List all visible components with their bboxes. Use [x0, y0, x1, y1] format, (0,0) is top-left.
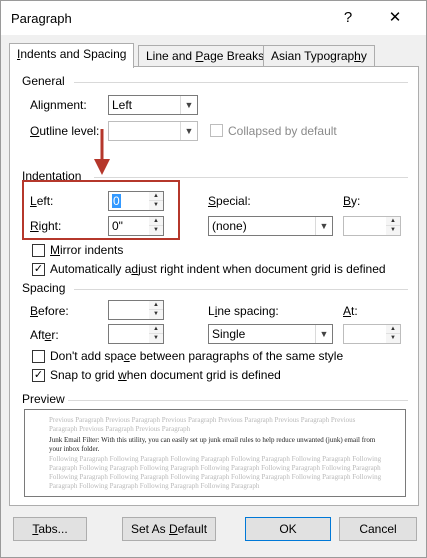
mirror-indents-label: Mirror indents [50, 243, 124, 257]
tab-indents-and-spacing[interactable]: Indents and Spacing [9, 43, 135, 68]
tab-line-and-page-breaks[interactable]: Line and Page Breaks [138, 45, 273, 67]
outline-level-label: Outline level: [30, 124, 100, 138]
by-spinner[interactable]: ▲ ▼ [343, 216, 401, 236]
spin-down-icon[interactable]: ▼ [149, 226, 163, 235]
at-label: At: [343, 304, 358, 318]
no-space-same-style-label: Don't add space between paragraphs of th… [50, 349, 344, 363]
auto-adjust-indent-checkbox[interactable]: ✓ [32, 263, 45, 276]
spin-down-icon[interactable]: ▼ [149, 334, 163, 343]
paragraph-dialog: Paragraph ? ✕ Indents and Spacing Line a… [0, 0, 427, 558]
by-label: By: [343, 194, 361, 208]
left-indent-label: Left: [30, 194, 54, 208]
general-divider [74, 82, 408, 83]
snap-to-grid-checkbox[interactable]: ✓ [32, 369, 45, 382]
spin-up-icon[interactable]: ▲ [386, 325, 400, 334]
help-button[interactable]: ? [338, 7, 358, 29]
preview-section-title: Preview [22, 392, 65, 406]
tab-asian-typography[interactable]: Asian Typography [263, 45, 375, 67]
preview-box: Previous Paragraph Previous Paragraph Pr… [24, 409, 406, 497]
cancel-button[interactable]: Cancel [339, 517, 417, 541]
indents-spacing-panel: General Alignment: Left ▼ Outline level:… [9, 66, 419, 506]
auto-adjust-indent-label: Automatically adjust right indent when d… [50, 262, 386, 276]
chevron-down-icon: ▼ [180, 122, 197, 140]
preview-divider [68, 400, 408, 401]
special-dropdown[interactable]: (none) ▼ [208, 216, 333, 236]
right-indent-spinner[interactable]: 0" ▲ ▼ [108, 216, 164, 236]
checkmark-icon: ✓ [33, 369, 44, 381]
right-indent-value[interactable]: 0" [112, 219, 123, 233]
before-spinner[interactable]: ▲ ▼ [108, 300, 164, 320]
spin-up-icon[interactable]: ▲ [149, 301, 163, 310]
collapsed-by-default-label: Collapsed by default [228, 124, 337, 138]
after-spinner[interactable]: ▲ ▼ [108, 324, 164, 344]
mirror-indents-checkbox[interactable] [32, 244, 45, 257]
spin-up-icon[interactable]: ▲ [386, 217, 400, 226]
at-spinner[interactable]: ▲ ▼ [343, 324, 401, 344]
collapsed-by-default-checkbox[interactable] [210, 124, 223, 137]
before-label: Before: [30, 304, 69, 318]
line-spacing-label: Line spacing: [208, 304, 279, 318]
checkmark-icon: ✓ [33, 263, 44, 275]
spin-up-icon[interactable]: ▲ [149, 325, 163, 334]
left-indent-spinner[interactable]: 0 ▲ ▼ [108, 191, 164, 211]
general-section-title: General [22, 74, 65, 88]
line-spacing-dropdown[interactable]: Single ▼ [208, 324, 333, 344]
preview-previous-paragraph: Previous Paragraph Previous Paragraph Pr… [49, 416, 356, 433]
alignment-dropdown[interactable]: Left ▼ [108, 95, 198, 115]
ok-button[interactable]: OK [245, 517, 331, 541]
spin-up-icon[interactable]: ▲ [149, 217, 163, 226]
no-space-same-style-checkbox[interactable] [32, 350, 45, 363]
special-label: Special: [208, 194, 251, 208]
spacing-divider [74, 289, 408, 290]
spin-down-icon[interactable]: ▼ [149, 310, 163, 319]
snap-to-grid-label: Snap to grid when document grid is defin… [50, 368, 281, 382]
spacing-section-title: Spacing [22, 281, 66, 295]
arrow-down-icon [94, 129, 110, 175]
right-indent-label: Right: [30, 219, 62, 233]
spin-up-icon[interactable]: ▲ [149, 192, 163, 201]
outline-level-dropdown[interactable]: ▼ [108, 121, 198, 141]
set-as-default-button[interactable]: Set As Default [122, 517, 216, 541]
indentation-divider [94, 177, 408, 178]
preview-following-paragraph: Following Paragraph Following Paragraph … [49, 455, 382, 490]
window-title: Paragraph [11, 11, 72, 26]
close-button[interactable]: ✕ [382, 7, 408, 29]
title-bar: Paragraph ? ✕ [1, 1, 426, 35]
left-indent-value[interactable]: 0 [112, 194, 121, 208]
chevron-down-icon: ▼ [315, 217, 332, 235]
spin-down-icon[interactable]: ▼ [386, 226, 400, 235]
spin-down-icon[interactable]: ▼ [149, 201, 163, 210]
chevron-down-icon: ▼ [315, 325, 332, 343]
chevron-down-icon: ▼ [180, 96, 197, 114]
preview-current-paragraph: Junk Email Filter: With this utility, yo… [49, 436, 376, 453]
spin-down-icon[interactable]: ▼ [386, 334, 400, 343]
tabs-button[interactable]: Tabs... [13, 517, 87, 541]
alignment-label: Alignment: [30, 98, 87, 112]
after-label: After: [30, 328, 59, 342]
